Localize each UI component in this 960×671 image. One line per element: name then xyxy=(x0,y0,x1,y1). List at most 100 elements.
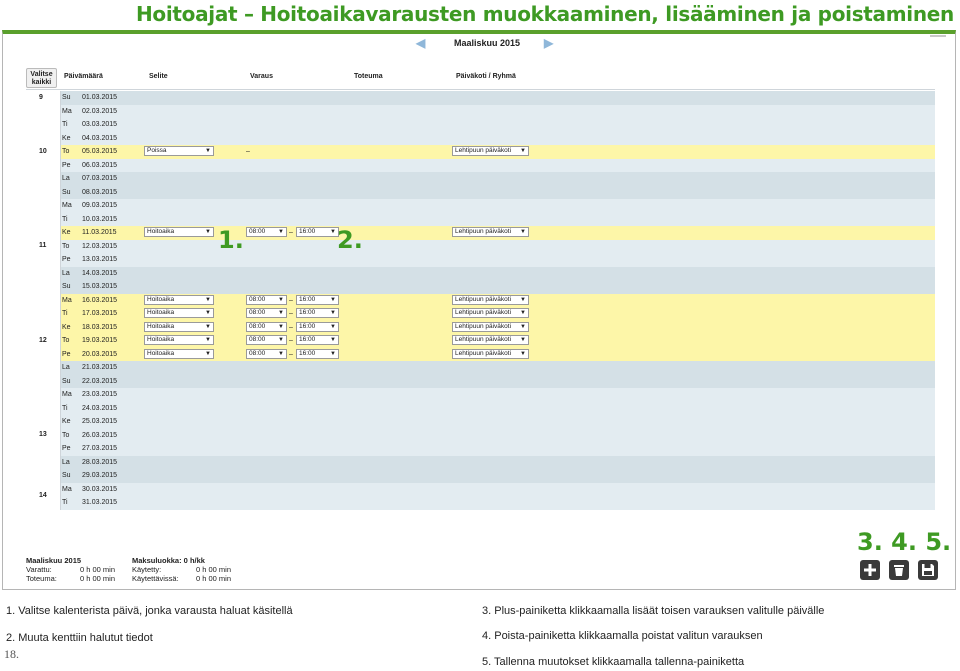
daycare-select[interactable]: Lehtipuun päiväkoti ▼ xyxy=(452,321,529,332)
start-time-select[interactable]: 08:00 ▼ xyxy=(246,348,287,359)
start-time-select[interactable]: 08:00 ▼ xyxy=(246,227,287,237)
reason-select[interactable]: Poissa ▼ xyxy=(144,146,214,156)
save-button[interactable] xyxy=(918,560,938,580)
chevron-down-icon: ▼ xyxy=(205,296,211,303)
chevron-down-icon: ▼ xyxy=(520,229,526,235)
start-time-select[interactable]: 08:00 ▼ xyxy=(246,321,287,332)
date-label: 17.03.2015 xyxy=(82,310,118,317)
col-reason: Selite xyxy=(149,73,168,80)
date-label: 29.03.2015 xyxy=(82,472,118,479)
calendar-row[interactable]: Su 01.03.2015 xyxy=(26,91,935,105)
time-separator: – xyxy=(289,229,293,236)
calendar-row[interactable]: Ke 04.03.2015 xyxy=(26,131,935,145)
calendar-row[interactable]: Ti 10.03.2015 xyxy=(26,212,935,226)
daycare-select[interactable]: Lehtipuun päiväkoti ▼ xyxy=(452,335,529,345)
calendar-row[interactable]: Ma 09.03.2015 xyxy=(26,199,935,213)
end-time-select[interactable]: 16:00 ▼ xyxy=(296,335,339,345)
end-time-select-value: 16:00 xyxy=(299,349,316,357)
calendar-row[interactable]: Ke 18.03.2015 Hoitoaika ▼ 08:00 ▼ –16:00 ▼ Lehti… xyxy=(26,320,935,334)
week-cell: 10 xyxy=(26,104,61,199)
start-time-select[interactable]: 08:00 ▼ xyxy=(246,308,287,318)
realized-value: 0 h 00 min xyxy=(80,574,116,583)
date-label: 21.03.2015 xyxy=(82,364,118,371)
chevron-down-icon: ▼ xyxy=(278,229,284,235)
delete-booking-button[interactable] xyxy=(889,560,909,580)
weekday-label: La xyxy=(62,458,70,466)
weekday-label: Ma xyxy=(62,391,72,398)
daycare-select[interactable]: Lehtipuun päiväkoti ▼ xyxy=(452,146,529,156)
calendar-row[interactable]: Ma 02.03.2015 xyxy=(26,104,935,118)
end-time-select[interactable]: 16:00 ▼ xyxy=(296,348,339,359)
time-separator: – xyxy=(289,296,293,304)
end-time-select[interactable]: 16:00 ▼ xyxy=(296,308,339,318)
weekday-label: Su xyxy=(62,94,71,101)
week-cell: 13 xyxy=(26,388,61,483)
start-time-select[interactable]: 08:00 ▼ xyxy=(246,294,287,305)
reason-select-value: Hoitoaika xyxy=(147,228,175,235)
calendar-row[interactable]: Ke 25.03.2015 xyxy=(26,415,935,429)
weekday-label: Ti xyxy=(62,499,68,506)
time-separator: – xyxy=(289,350,293,358)
chevron-down-icon: ▼ xyxy=(278,337,284,343)
reason-select[interactable]: Hoitoaika ▼ xyxy=(144,348,214,359)
chevron-down-icon: ▼ xyxy=(520,337,526,343)
step-marker-2: 2. xyxy=(337,226,363,254)
add-booking-button[interactable] xyxy=(860,560,880,580)
select-all-label-2: kaikki xyxy=(31,79,52,86)
date-label: 23.03.2015 xyxy=(82,391,118,398)
date-label: 14.03.2015 xyxy=(82,269,118,277)
reason-select[interactable]: Hoitoaika ▼ xyxy=(144,294,214,305)
chevron-down-icon: ▼ xyxy=(278,296,284,303)
calendar-row[interactable]: To 26.03.2015 xyxy=(26,428,935,442)
calendar-row[interactable]: Pe 06.03.2015 xyxy=(26,158,935,172)
calendar-row[interactable]: Ma 23.03.2015 xyxy=(26,388,935,402)
start-time-select[interactable]: 08:00 ▼ xyxy=(246,335,287,345)
end-time-select[interactable]: 16:00 ▼ xyxy=(296,227,339,237)
calendar-row[interactable]: Pe 13.03.2015 xyxy=(26,253,935,267)
calendar-row[interactable]: To 12.03.2015 xyxy=(26,239,935,253)
calendar-row[interactable]: Ti 03.03.2015 xyxy=(26,118,935,132)
calendar-row[interactable]: La 07.03.2015 xyxy=(26,172,935,186)
calendar-row[interactable]: Ma 16.03.2015 Hoitoaika ▼ 08:00 ▼ –16:00 ▼ Lehti… xyxy=(26,293,935,307)
reason-select[interactable]: Hoitoaika ▼ xyxy=(144,308,214,318)
calendar-row[interactable]: To 05.03.2015 Poissa ▼ – Lehtipuun päiväkoti ▼ xyxy=(26,145,935,159)
calendar-row[interactable]: Su 08.03.2015 xyxy=(26,185,935,199)
date-label: 11.03.2015 xyxy=(82,229,117,236)
select-all-button[interactable]: Valitse kaikki xyxy=(26,68,57,88)
daycare-select[interactable]: Lehtipuun päiväkoti ▼ xyxy=(452,348,529,359)
date-label: 28.03.2015 xyxy=(82,458,118,466)
calendar-row[interactable]: Ma 30.03.2015 xyxy=(26,482,935,496)
arrow-left-icon[interactable]: ◀ xyxy=(416,37,425,49)
calendar-row[interactable]: Ke 11.03.2015 Hoitoaika ▼ 08:00 ▼ –16:00 ▼ Lehti… xyxy=(26,226,935,240)
chevron-down-icon: ▼ xyxy=(278,350,284,357)
daycare-select-value: Lehtipuun päiväkoti xyxy=(455,295,512,303)
calendar-row[interactable]: Su 29.03.2015 xyxy=(26,469,935,483)
calendar-row[interactable]: Ti 24.03.2015 xyxy=(26,401,935,415)
week-cell: 9 xyxy=(26,91,61,105)
calendar-row[interactable]: Ti 17.03.2015 Hoitoaika ▼ 08:00 ▼ –16:00 ▼ Lehti… xyxy=(26,307,935,321)
calendar-row[interactable]: La 21.03.2015 xyxy=(26,361,935,375)
calendar-row[interactable]: To 19.03.2015 Hoitoaika ▼ 08:00 ▼ –16:00 ▼ Lehti… xyxy=(26,334,935,348)
calendar-row[interactable]: Su 15.03.2015 xyxy=(26,280,935,294)
calendar-row[interactable]: Pe 27.03.2015 xyxy=(26,442,935,456)
arrow-right-icon[interactable]: ▶ xyxy=(544,37,553,49)
reason-select[interactable]: Hoitoaika ▼ xyxy=(144,335,214,345)
calendar-row[interactable]: Pe 20.03.2015 Hoitoaika ▼ 08:00 ▼ –16:00 ▼ Lehti… xyxy=(26,347,935,361)
weekday-label: Ti xyxy=(62,121,68,128)
reason-select[interactable]: Hoitoaika ▼ xyxy=(144,321,214,332)
daycare-select[interactable]: Lehtipuun päiväkoti ▼ xyxy=(452,227,529,237)
daycare-select[interactable]: Lehtipuun päiväkoti ▼ xyxy=(452,308,529,318)
calendar-row[interactable]: Su 22.03.2015 xyxy=(26,374,935,388)
weekday-label: La xyxy=(62,269,70,277)
date-label: 19.03.2015 xyxy=(82,337,118,344)
reason-select[interactable]: Hoitoaika ▼ xyxy=(144,227,214,237)
end-time-select[interactable]: 16:00 ▼ xyxy=(296,321,339,332)
page-number: 18. xyxy=(4,647,19,661)
daycare-select[interactable]: Lehtipuun päiväkoti ▼ xyxy=(452,294,529,305)
calendar-row[interactable]: La 28.03.2015 xyxy=(26,455,935,469)
weekday-label: Ma xyxy=(62,107,72,115)
end-time-select[interactable]: 16:00 ▼ xyxy=(296,294,339,305)
calendar-row[interactable]: Ti 31.03.2015 xyxy=(26,496,935,510)
calendar-row[interactable]: La 14.03.2015 xyxy=(26,266,935,280)
instruction-3: 3. Plus-painiketta klikkaamalla lisäät t… xyxy=(482,605,825,617)
